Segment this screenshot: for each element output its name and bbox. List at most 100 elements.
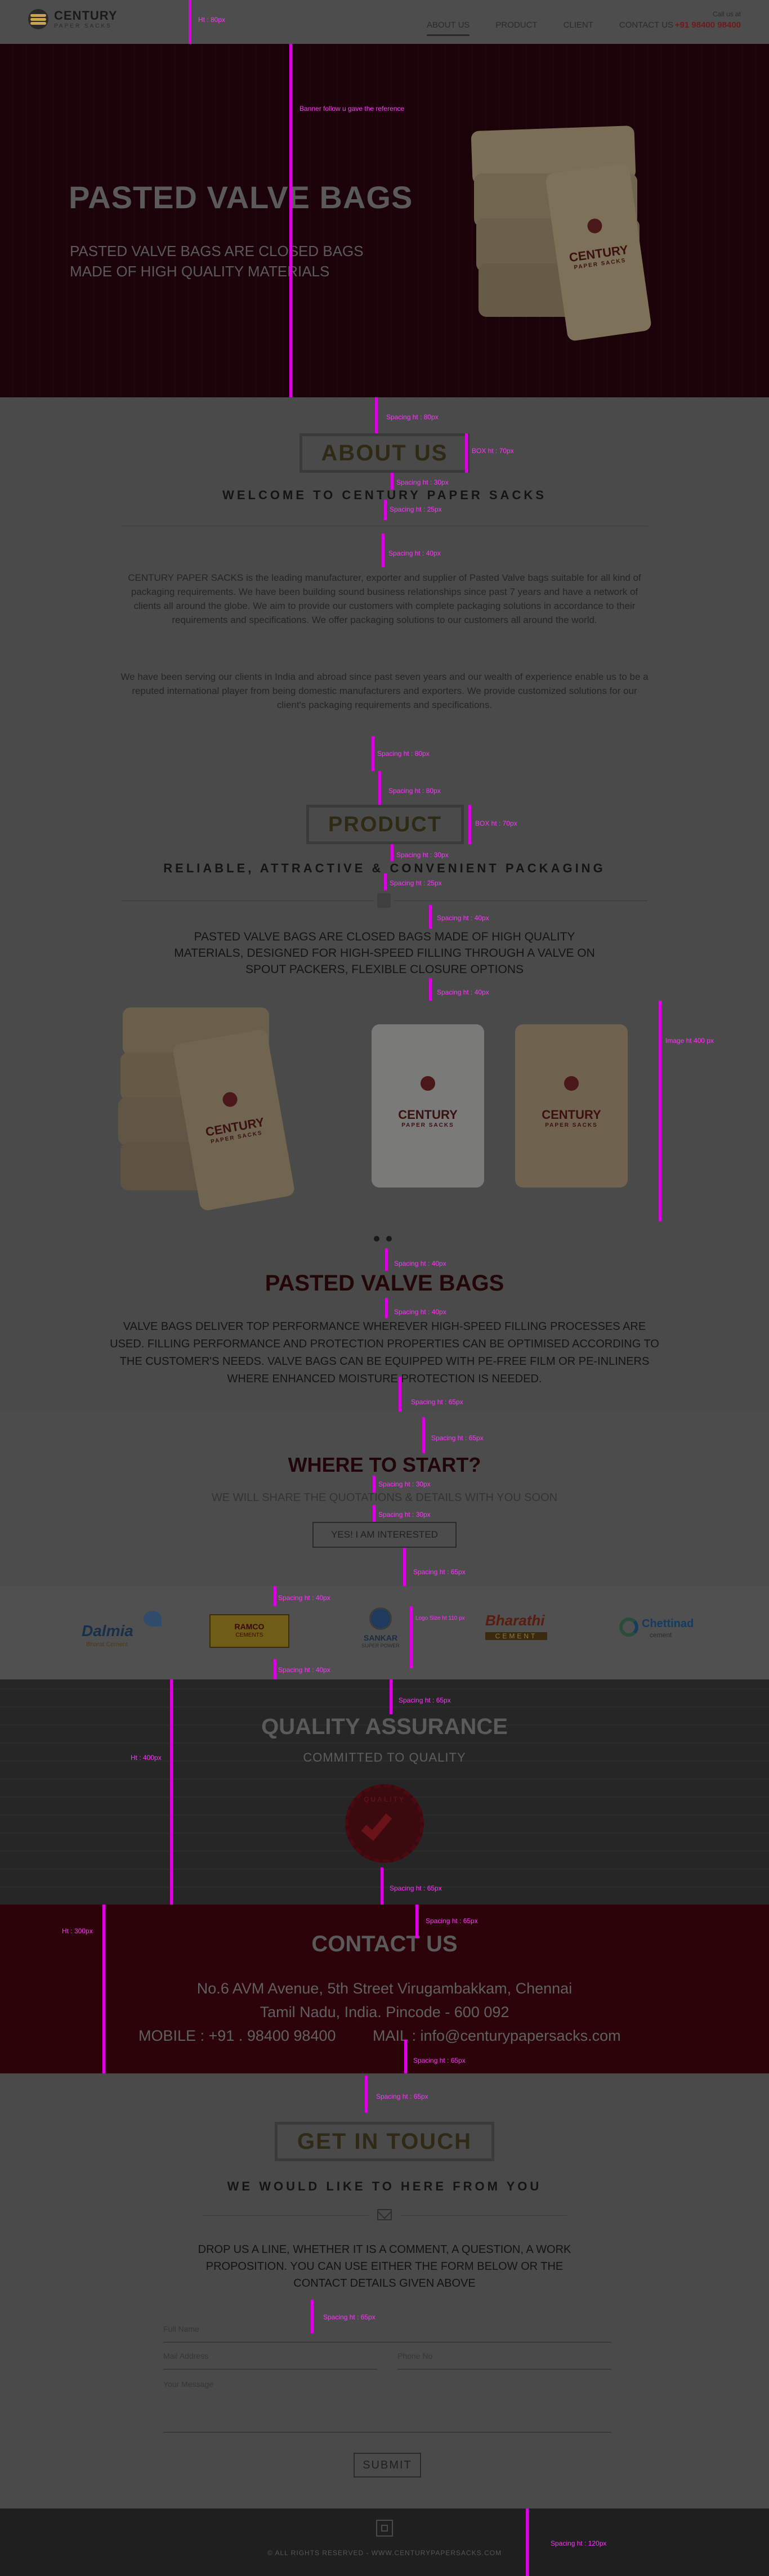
hero-bag-stack-image: CENTURY PAPER SACKS [471, 125, 652, 376]
guide-line [274, 1659, 276, 1679]
logo-icon [28, 9, 48, 29]
qa-title: QUALITY ASSURANCE [261, 1714, 508, 1739]
product-item-title: PASTED VALVE BAGS [265, 1271, 504, 1296]
hero-title: PASTED VALVE BAGS [69, 180, 413, 215]
guide-line [390, 1679, 392, 1714]
client-logo-ramco: RAMCO CEMENTS [209, 1614, 289, 1648]
site-header: CENTURY PAPER SACKS ABOUT US PRODUCT CLI… [0, 0, 769, 44]
product-item-description: VALVE BAGS DELIVER TOP PERFORMANCE WHERE… [110, 1320, 659, 1385]
guide-line [375, 397, 378, 433]
product-title: PRODUCT [306, 805, 464, 844]
about-title: ABOUT US [299, 433, 470, 473]
guide-line [102, 1905, 105, 2073]
logo-subtitle: PAPER SACKS [54, 23, 112, 29]
guide-label: Spacing ht : 40px [437, 988, 489, 996]
full-name-input[interactable] [163, 2324, 611, 2333]
guide-label: Spacing ht : 40px [437, 914, 489, 922]
guide-label: Spacing ht : 40px [278, 1666, 330, 1674]
product-image-white-bag: CENTURY PAPER SACKS [372, 1024, 484, 1188]
product-carousel: CENTURY PAPER SACKS CENTURY PAPER SACKS … [118, 991, 651, 1233]
guide-line [659, 1001, 661, 1221]
touch-title: GET IN TOUCH [275, 2122, 494, 2161]
phone-input[interactable] [397, 2351, 611, 2360]
guide-line [384, 873, 387, 890]
guide-line [404, 2040, 407, 2073]
guide-label: Banner follow u gave the reference [299, 105, 405, 113]
guide-label: Spacing ht : 25px [390, 505, 442, 513]
mail-address-input[interactable] [163, 2351, 377, 2360]
contact-section: CONTACT US No.6 AVM Avenue, 5th Street V… [0, 1905, 769, 2073]
quality-seal-icon: QUALITY [345, 1784, 424, 1863]
guide-line [289, 44, 292, 397]
guide-line [384, 500, 387, 520]
guide-label: Spacing ht : 40px [388, 549, 441, 557]
cta-title: WHERE TO START? [288, 1453, 481, 1476]
guide-label: Spacing ht : 30px [396, 851, 449, 859]
guide-label: Spacing ht : 65px [390, 1884, 442, 1892]
guide-label: Ht : 300px [62, 1927, 93, 1935]
guide-line [399, 1377, 401, 1412]
dalmia-swoosh-icon [144, 1611, 162, 1627]
carousel-dots [374, 1236, 392, 1242]
guide-line [373, 1505, 375, 1522]
guide-label: Spacing ht : 40px [278, 1594, 330, 1602]
product-image-kraft-bag: CENTURY PAPER SACKS [515, 1024, 628, 1188]
touch-divider-left [203, 2215, 369, 2216]
carousel-dot-1[interactable] [374, 1236, 379, 1242]
guide-label: Logo Size ht 110 px [415, 1615, 465, 1621]
nav-contact-us[interactable]: CONTACT US [619, 20, 673, 36]
message-field-wrap [163, 2380, 611, 2432]
client-logo-dalmia: Dalmia Bharat Cement [82, 1611, 166, 1650]
guide-line [391, 473, 394, 490]
guide-line [378, 771, 381, 805]
guide-line [372, 736, 374, 771]
guide-label: Spacing ht : 80px [377, 750, 430, 758]
footer-logo-icon [376, 2520, 393, 2537]
nav-product[interactable]: PRODUCT [495, 20, 537, 36]
client-logo-bharathi: Bharathi CEMENT [485, 1612, 553, 1649]
call-number[interactable]: +91 98400 98400 [675, 20, 741, 30]
guide-line [170, 1679, 173, 1905]
carousel-dot-2[interactable] [386, 1236, 392, 1242]
logo-name: CENTURY [54, 8, 118, 23]
guide-label: BOX ht : 70px [475, 819, 517, 827]
product-image-bag-stack: CENTURY PAPER SACKS [118, 1002, 355, 1227]
guide-label: BOX ht : 70px [472, 447, 514, 455]
submit-button[interactable]: SUBMIT [354, 2453, 421, 2478]
contact-mobile[interactable]: MOBILE : +91 . 98400 98400 [138, 2027, 336, 2045]
touch-text: DROP US A LINE, WHETHER IT IS A COMMENT,… [198, 2243, 571, 2290]
product-description: PASTED VALVE BAGS ARE CLOSED BAGS MADE O… [174, 930, 595, 976]
contact-title: CONTACT US [311, 1932, 458, 1956]
sankar-emblem-icon [369, 1607, 392, 1630]
guide-label: Ht : 400px [131, 1754, 162, 1762]
guide-line [403, 1548, 406, 1586]
guide-line [311, 2300, 314, 2333]
touch-subtitle: WE WOULD LIKE TO HERE FROM YOU [227, 2179, 542, 2193]
contact-mail[interactable]: MAIL : info@centurypapersacks.com [373, 2027, 621, 2045]
guide-label: Spacing ht : 30px [396, 478, 449, 486]
guide-label: Ht : 80px [198, 16, 226, 24]
site-footer: © ALL RIGHTS RESERVED - WWW.CENTURYPAPER… [0, 2508, 769, 2576]
clients-strip: Dalmia Bharat Cement RAMCO CEMENTS SANKA… [0, 1586, 769, 1679]
guide-label: Image ht 400 px [665, 1037, 714, 1045]
contact-address-line-2: Tamil Nadu, India. Pincode - 600 092 [260, 2004, 509, 2021]
guide-label: Spacing ht : 80px [388, 787, 441, 795]
message-input[interactable] [163, 2380, 611, 2430]
guide-line [381, 1867, 383, 1905]
guide-label: Spacing ht : 30px [378, 1480, 431, 1488]
guide-label: Spacing ht : 65px [376, 2093, 428, 2100]
guide-label: Spacing ht : 40px [394, 1308, 446, 1316]
guide-line [429, 905, 432, 929]
logo[interactable]: CENTURY PAPER SACKS [28, 9, 118, 29]
guide-label: Spacing ht : 40px [394, 1260, 446, 1267]
interested-button[interactable]: YES! I AM INTERESTED [312, 1522, 457, 1548]
nav-client[interactable]: CLIENT [564, 20, 593, 36]
nav-about-us[interactable]: ABOUT US [427, 20, 470, 36]
guide-line [415, 1905, 418, 1938]
guide-line [468, 805, 471, 844]
guide-label: Spacing ht : 65px [411, 1398, 463, 1406]
guide-label: Spacing ht : 120px [551, 2539, 607, 2547]
main-nav: ABOUT US PRODUCT CLIENT CONTACT US [427, 20, 699, 36]
qa-subtitle: COMMITTED TO QUALITY [303, 1750, 466, 1764]
touch-divider-right [401, 2215, 567, 2216]
